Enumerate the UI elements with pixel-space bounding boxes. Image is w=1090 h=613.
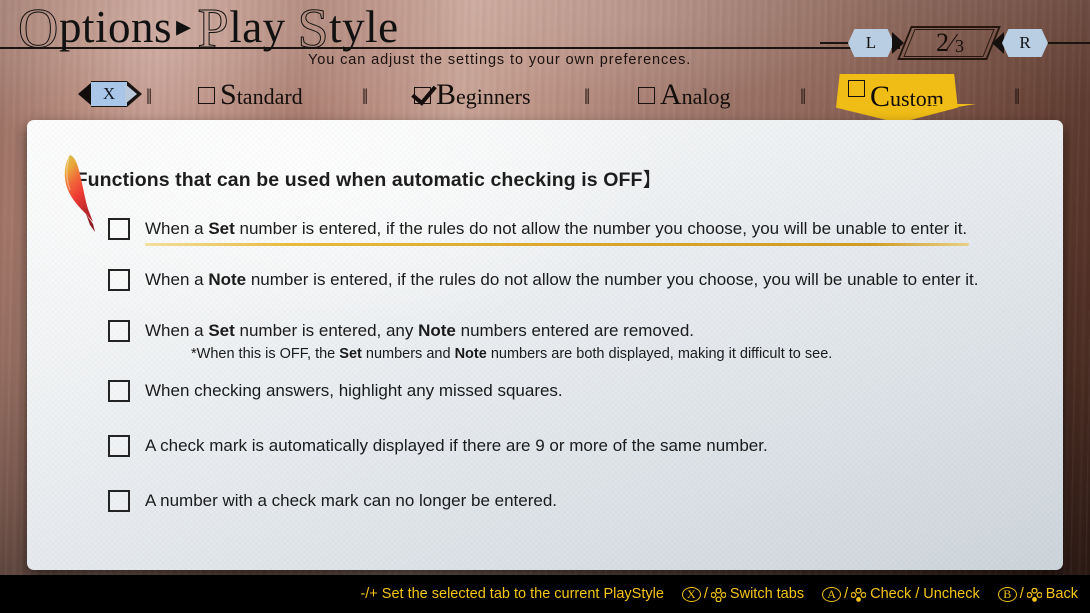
page-title: Options ▸ Play Style <box>18 1 399 58</box>
tab-beginners[interactable]: Beginners <box>408 76 537 114</box>
option-checkbox-block-checked-number[interactable] <box>108 490 130 512</box>
hint-label-switch-tabs: Switch tabs <box>729 586 805 602</box>
title-options-rest: ptions <box>58 2 172 52</box>
hint-check-uncheck: A / Check / Uncheck <box>822 586 980 602</box>
x-left-arrow-icon <box>78 82 92 106</box>
hint-slash: / <box>844 586 849 602</box>
right-bumper-button[interactable]: R <box>1002 29 1048 57</box>
footer-hint-bar: -/+ Set the selected tab to the current … <box>0 575 1090 613</box>
hint-keys-minus-plus: -/+ <box>360 586 378 602</box>
option-checkbox-auto-check-mark[interactable] <box>108 435 130 457</box>
tab-beginners-label: Beginners <box>436 78 531 111</box>
option-text-block-remove-notes: When a Set number is entered, any Note n… <box>145 318 832 365</box>
b-button-icon: B <box>997 586 1017 602</box>
option-label-remove-notes: When a Set number is entered, any Note n… <box>145 321 695 340</box>
hint-label-set-tab: Set the selected tab to the current Play… <box>381 586 664 602</box>
tab-separator: ‖ <box>362 84 368 109</box>
option-row-set-number-rule[interactable]: When a Set number is entered, if the rul… <box>108 216 970 246</box>
option-row-highlight-missed[interactable]: When checking answers, highlight any mis… <box>108 378 563 403</box>
option-checkbox-remove-notes[interactable] <box>108 320 130 342</box>
title-style-capital: S <box>297 0 330 60</box>
section-heading-close-bracket: 】 <box>642 169 663 191</box>
tab-analog-label: Analog <box>660 78 731 111</box>
option-checkbox-note-number-rule[interactable] <box>108 269 130 291</box>
dpad-icon <box>710 587 726 602</box>
a-button-icon: A <box>822 586 842 602</box>
tab-standard-checkbox[interactable] <box>198 86 215 104</box>
pager-rule-right <box>1044 42 1090 44</box>
page-fraction: 2 ⁄ 3 <box>908 27 992 59</box>
tab-separator: ‖ <box>800 84 806 109</box>
x-button-icon: X <box>681 586 701 602</box>
x-right-arrow-icon <box>125 81 142 107</box>
section-heading-text: Functions that can be used when automati… <box>75 169 643 191</box>
title-play-rest: lay <box>229 2 298 52</box>
option-label-highlight-missed: When checking answers, highlight any mis… <box>145 381 563 400</box>
hint-slash: / <box>1019 586 1024 602</box>
option-label-set-number-rule: When a Set number is entered, if the rul… <box>145 216 970 246</box>
tab-standard-label: Standard <box>220 78 303 111</box>
option-row-note-number-rule[interactable]: When a Note number is entered, if the ru… <box>108 267 978 292</box>
tab-custom-checkbox[interactable] <box>848 80 865 97</box>
hint-set-tab: -/+ Set the selected tab to the current … <box>360 586 663 602</box>
page-subtitle: You can adjust the settings to your own … <box>308 52 692 68</box>
title-style-rest: tyle <box>329 2 399 52</box>
tab-beginners-checkbox[interactable] <box>414 86 431 104</box>
tab-separator: ‖ <box>584 84 590 109</box>
page-indicator: L 2 ⁄ 3 R <box>848 26 1048 60</box>
tab-separator: ‖ <box>1014 84 1020 109</box>
option-checkbox-set-number-rule[interactable] <box>108 218 130 240</box>
option-label-auto-check-mark: A check mark is automatically displayed … <box>145 436 768 455</box>
playstyle-tabbar: X ‖ Standard ‖ Beginners ‖ Analog ‖ Cust… <box>0 72 1090 122</box>
tab-custom[interactable]: Custom <box>836 74 958 122</box>
hint-label-back: Back <box>1045 586 1078 602</box>
option-checkbox-highlight-missed[interactable] <box>108 380 130 402</box>
game-options-screen: Options ▸ Play Style You can adjust the se… <box>0 0 1090 613</box>
option-row-remove-notes[interactable]: When a Set number is entered, any Note n… <box>108 318 832 365</box>
x-button-label: X <box>91 81 127 107</box>
title-play-capital: P <box>197 0 230 60</box>
tab-standard[interactable]: Standard <box>192 76 309 114</box>
tab-analog[interactable]: Analog <box>632 76 737 114</box>
tab-analog-checkbox[interactable] <box>638 86 655 104</box>
tab-custom-label: Custom <box>870 80 944 113</box>
hint-back: B / Back <box>997 586 1078 602</box>
left-bumper-button[interactable]: L <box>848 29 894 57</box>
breadcrumb-arrow-icon: ▸ <box>175 10 192 43</box>
option-label-block-checked-number: A number with a check mark can no longer… <box>145 491 558 510</box>
title-options-capital: O <box>18 0 59 60</box>
option-row-auto-check-mark[interactable]: A check mark is automatically displayed … <box>108 433 768 458</box>
option-subnote-remove-notes: *When this is OFF, the Set numbers and N… <box>191 346 833 362</box>
dpad-icon <box>1026 587 1042 602</box>
hint-slash: / <box>703 586 708 602</box>
hint-label-check-uncheck: Check / Uncheck <box>870 586 980 602</box>
page-current: 2 <box>935 28 949 57</box>
page-total: 3 <box>955 36 964 56</box>
hint-switch-tabs: X / Switch tabs <box>681 586 805 602</box>
x-switch-button[interactable]: X <box>78 78 152 110</box>
section-heading: 【Functions that can be used when automat… <box>56 163 662 192</box>
tab-separator: ‖ <box>146 84 152 109</box>
option-label-note-number-rule: When a Note number is entered, if the ru… <box>145 270 979 289</box>
option-row-block-checked-number[interactable]: A number with a check mark can no longer… <box>108 488 557 513</box>
section-heading-open-bracket: 【 <box>56 169 76 191</box>
dpad-icon <box>851 587 867 602</box>
